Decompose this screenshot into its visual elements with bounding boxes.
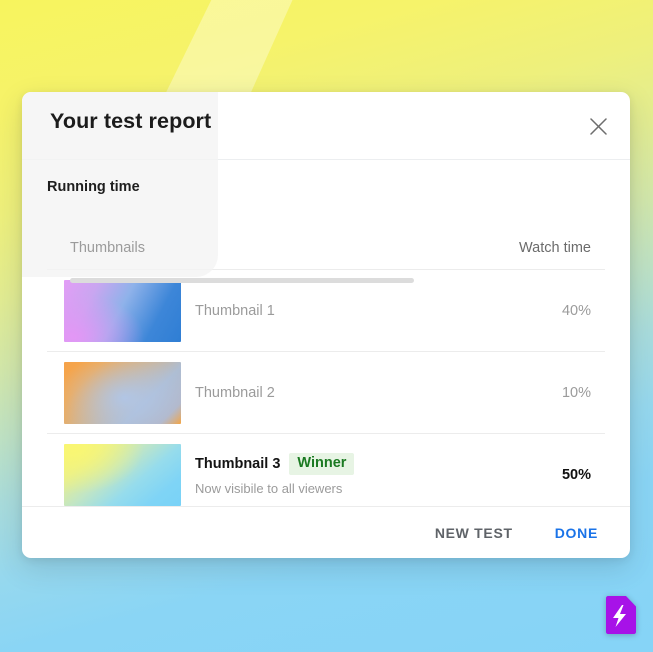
row-subtitle: Now visibile to all viewers <box>195 480 343 496</box>
lightning-document-icon[interactable] <box>603 596 636 635</box>
column-header-watch-time: Watch time <box>519 240 591 256</box>
watch-time-value: 10% <box>561 384 591 401</box>
row-title-line: Thumbnail 2 <box>195 385 562 401</box>
row-content: Thumbnail 1 <box>195 303 562 319</box>
table-header-row: Thumbnails Watch time <box>47 232 605 270</box>
thumbnail-3-image[interactable] <box>64 443 181 506</box>
thumbnail-name: Thumbnail 3 <box>195 455 281 472</box>
row-content: Thumbnail 2 <box>195 385 562 401</box>
row-title-line: Thumbnail 3 Winner <box>195 453 562 475</box>
close-icon <box>589 117 607 135</box>
results-table: Thumbnails Watch time Thumbnail 1 40% Th… <box>22 232 630 515</box>
thumbnail-2-image[interactable] <box>64 361 181 424</box>
watch-time-value: 50% <box>561 466 591 483</box>
table-row[interactable]: Thumbnail 2 10% <box>47 352 605 434</box>
table-row[interactable]: Thumbnail 3 Winner Now visibile to all v… <box>47 434 605 515</box>
column-header-thumbnails: Thumbnails <box>70 240 145 256</box>
watch-time-value: 40% <box>561 302 591 319</box>
thumbnail-name: Thumbnail 1 <box>195 302 275 319</box>
running-time-progressbar[interactable] <box>70 278 414 283</box>
thumbnail-1-image[interactable] <box>64 279 181 342</box>
screen-root: Your test report Running time Thumbnails… <box>0 0 653 652</box>
status-badge: Winner <box>289 453 355 475</box>
done-button[interactable]: DONE <box>547 519 606 547</box>
new-test-button[interactable]: NEW TEST <box>427 519 521 547</box>
dialog-footer: NEW TEST DONE <box>22 506 630 558</box>
close-button[interactable] <box>582 110 614 142</box>
test-report-dialog: Your test report Running time Thumbnails… <box>22 92 630 558</box>
row-content: Thumbnail 3 Winner Now visibile to all v… <box>195 453 562 496</box>
dialog-header: Your test report <box>22 92 630 160</box>
running-time-label: Running time <box>47 179 140 195</box>
thumbnail-name: Thumbnail 2 <box>195 384 275 401</box>
row-title-line: Thumbnail 1 <box>195 303 562 319</box>
page-title: Your test report <box>50 109 212 133</box>
